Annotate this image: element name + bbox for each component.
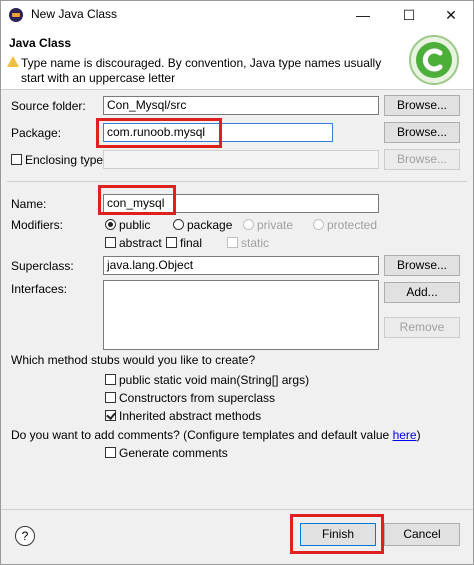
protected-label: protected (327, 218, 378, 232)
superclass-browse-button[interactable]: Browse... (384, 255, 460, 276)
header-separator (1, 89, 473, 90)
method-stubs-question: Which method stubs would you like to cre… (11, 353, 256, 367)
warning-icon (7, 56, 19, 67)
comments-question: Do you want to add comments? (Configure … (11, 428, 421, 442)
source-folder-browse-button[interactable]: Browse... (384, 95, 460, 116)
maximize-button[interactable]: ☐ (387, 1, 431, 29)
source-folder-field[interactable]: Con_Mysql/src (103, 96, 379, 115)
static-label: static (241, 236, 270, 250)
private-label: private (257, 218, 294, 232)
abstract-label: abstract (119, 236, 162, 250)
eclipse-icon (9, 8, 23, 22)
package-radio[interactable] (173, 219, 184, 230)
public-radio[interactable] (105, 219, 116, 230)
modifiers-label: Modifiers: (11, 218, 64, 232)
finish-highlight-box (290, 514, 384, 554)
private-radio (243, 219, 254, 230)
package-modifier-label: package (187, 218, 233, 232)
interfaces-list[interactable] (103, 280, 379, 350)
enclosing-type-browse-button: Browse... (384, 149, 460, 170)
source-folder-label: Source folder: (11, 99, 86, 113)
page-title: Java Class (9, 36, 72, 50)
new-class-banner-icon (409, 35, 459, 85)
inherited-methods-label: Inherited abstract methods (119, 409, 262, 423)
static-checkbox (227, 237, 238, 248)
new-java-class-dialog: New Java Class — ☐ ✕ Java Class Type nam… (0, 0, 474, 565)
inherited-methods-checkbox[interactable] (105, 410, 116, 421)
constructors-label: Constructors from superclass (119, 391, 276, 405)
title-bar: New Java Class — ☐ ✕ (1, 1, 473, 29)
remove-interface-button: Remove (384, 317, 460, 338)
abstract-checkbox[interactable] (105, 237, 116, 248)
generate-comments-label: Generate comments (119, 446, 228, 460)
name-label: Name: (11, 197, 47, 211)
configure-templates-link[interactable]: here (393, 428, 417, 442)
final-checkbox[interactable] (166, 237, 177, 248)
add-interface-button[interactable]: Add... (384, 282, 460, 303)
section-separator (7, 181, 467, 182)
window-title: New Java Class (31, 7, 118, 21)
name-highlight-box (98, 185, 176, 215)
wizard-header: Java Class Type name is discouraged. By … (1, 29, 473, 89)
generate-comments-checkbox[interactable] (105, 447, 116, 458)
minimize-button[interactable]: — (341, 1, 385, 29)
comments-question-end: ) (416, 428, 421, 442)
enclosing-type-field (103, 150, 379, 169)
superclass-label: Superclass: (11, 259, 74, 273)
public-label: public (119, 218, 151, 232)
package-browse-button[interactable]: Browse... (384, 122, 460, 143)
final-label: final (180, 236, 203, 250)
enclosing-type-checkbox[interactable] (11, 154, 22, 165)
warning-message: Type name is discouraged. By convention,… (21, 56, 382, 85)
package-highlight-box (96, 118, 222, 148)
interfaces-label: Interfaces: (11, 282, 68, 296)
enclosing-type-label: Enclosing type: (25, 153, 107, 167)
superclass-field[interactable]: java.lang.Object (103, 256, 379, 275)
cancel-button[interactable]: Cancel (384, 523, 460, 546)
main-method-label: public static void main(String[] args) (119, 373, 310, 387)
help-icon[interactable]: ? (15, 526, 35, 546)
main-method-checkbox[interactable] (105, 374, 116, 385)
package-label: Package: (11, 126, 62, 140)
close-button[interactable]: ✕ (429, 1, 473, 29)
protected-radio (313, 219, 324, 230)
comments-question-text: Do you want to add comments? (Configure … (11, 428, 393, 442)
constructors-checkbox[interactable] (105, 392, 116, 403)
footer-separator (1, 509, 473, 510)
